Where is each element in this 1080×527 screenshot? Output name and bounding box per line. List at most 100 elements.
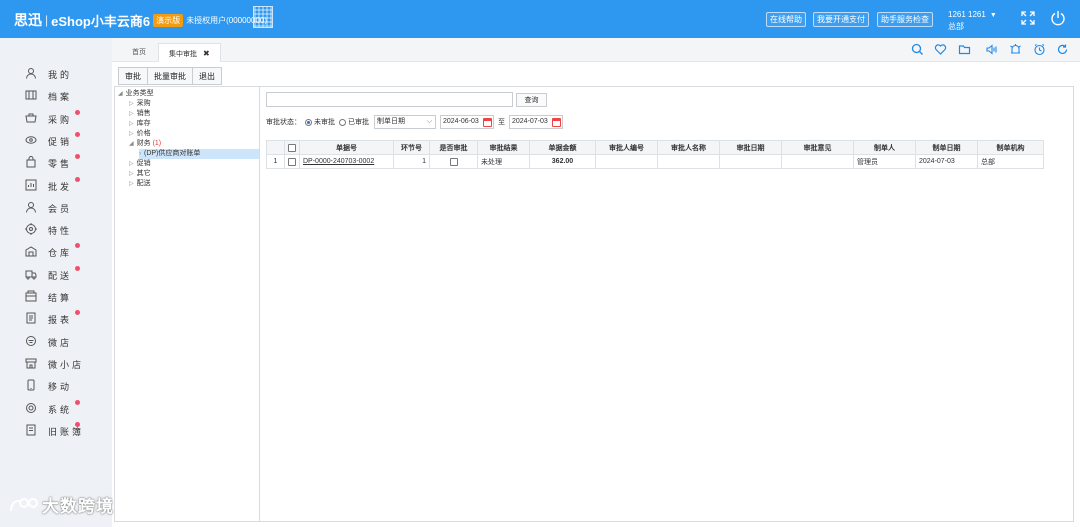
row-checkbox[interactable] (288, 157, 296, 166)
expand-icon[interactable] (1020, 10, 1036, 26)
sidebar-item-3[interactable]: 促销 (0, 130, 110, 150)
expand-arrow-icon[interactable]: ▷ (129, 161, 134, 167)
sidebar-item-15[interactable]: 系统 (0, 398, 110, 418)
tree-node-sales[interactable]: ▷ 销售 (129, 109, 151, 119)
is-approved-cell (429, 154, 478, 169)
collapse-arrow-icon[interactable]: ◢ (129, 141, 134, 147)
radio-unapproved[interactable] (305, 118, 312, 126)
tree-node-purchase[interactable]: ▷ 采购 (129, 99, 151, 109)
radio-approved[interactable] (339, 118, 346, 126)
tab-home[interactable]: 首页 (122, 43, 156, 62)
target-icon (25, 223, 37, 236)
tree-node-label: 促销 (136, 160, 151, 167)
expand-arrow-icon[interactable]: ▷ (129, 121, 134, 127)
col-create-date[interactable]: 制单日期 (915, 140, 978, 155)
tree-node-promotion[interactable]: ▷ 促销 (129, 159, 151, 169)
sidebar-item-12[interactable]: 微店 (0, 331, 110, 351)
power-icon[interactable] (1050, 10, 1066, 26)
col-doc-no[interactable]: 单据号 (299, 140, 394, 155)
close-icon[interactable]: ✖ (203, 49, 210, 58)
col-org[interactable]: 制单机构 (977, 140, 1044, 155)
expand-arrow-icon[interactable]: ▷ (129, 181, 134, 187)
sidebar-item-8[interactable]: 仓库 (0, 241, 110, 261)
clock-icon[interactable] (1033, 43, 1046, 56)
sidebar-item-0[interactable]: 我的 (0, 63, 110, 83)
sidebar-item-16[interactable]: 旧账簿 (0, 420, 110, 440)
row-number: 1 (266, 154, 285, 169)
alarm-icon[interactable] (1009, 43, 1022, 56)
opinion-cell (781, 154, 854, 169)
col-amount[interactable]: 单据金额 (529, 140, 596, 155)
exit-button[interactable]: 退出 (193, 68, 221, 84)
tree-node-finance[interactable]: ◢ 财务 (1) (129, 139, 161, 149)
batch-approve-button[interactable]: 批量审批 (148, 68, 193, 84)
notification-dot (75, 176, 80, 182)
col-approval-result[interactable]: 审批结果 (477, 140, 530, 155)
sidebar-item-10[interactable]: 结算 (0, 286, 110, 306)
sidebar-item-2[interactable]: 采购 (0, 108, 110, 128)
col-is-approved[interactable]: 是否审批 (429, 140, 478, 155)
speaker-icon[interactable] (985, 43, 998, 56)
tree-node-inventory[interactable]: ▷ 库存 (129, 119, 151, 129)
eye-icon (25, 136, 37, 144)
tree-node-other[interactable]: ▷ 其它 (129, 169, 151, 179)
tab-central-approval[interactable]: 集中审批 ✖ (158, 43, 221, 62)
expand-arrow-icon[interactable]: ▷ (129, 101, 134, 107)
qr-code-icon[interactable] (253, 6, 273, 28)
tree-node-label: (DP)供应商对账单 (144, 150, 201, 157)
search-icon[interactable] (911, 43, 924, 56)
sidebar-item-9[interactable]: 配送 (0, 264, 110, 284)
chart-icon (25, 179, 37, 190)
date-to-value: 2024-07-03 (512, 118, 548, 125)
sidebar-item-11[interactable]: 报表 (0, 308, 110, 328)
open-payment-button[interactable]: 我要开通支付 (813, 12, 869, 27)
table-row[interactable]: 1 DP-0000-240703-0002 1 未处理 362.00 管理员 2… (266, 154, 1044, 169)
calendar-icon[interactable] (483, 118, 492, 127)
col-approve-date[interactable]: 审批日期 (719, 140, 782, 155)
wallet-icon (25, 290, 37, 302)
org-cell: 总部 (977, 154, 1044, 169)
date-type-select[interactable]: 制单日期 ⌵ (374, 115, 436, 129)
collapse-arrow-icon[interactable]: ◢ (118, 91, 123, 97)
sidebar-item-label: 系统 (48, 404, 73, 415)
refresh-icon[interactable] (1056, 43, 1069, 56)
tree-node-price[interactable]: ▷ 价格 (129, 129, 151, 139)
col-step-no[interactable]: 环节号 (393, 140, 430, 155)
is-approved-checkbox[interactable] (449, 157, 458, 166)
approve-button[interactable]: 审批 (119, 68, 148, 84)
col-creator[interactable]: 制单人 (853, 140, 916, 155)
sidebar-item-label: 移动 (48, 382, 73, 393)
archive-icon (25, 90, 37, 100)
date-from-field[interactable]: 2024-06-03 (440, 115, 494, 129)
tree-node-supplier-statement[interactable]: › (DP)供应商对账单 (139, 149, 260, 159)
service-check-button[interactable]: 助手服务检查 (877, 12, 933, 27)
expand-arrow-icon[interactable]: ▷ (129, 131, 134, 137)
tree-node-distribution[interactable]: ▷ 配送 (129, 179, 151, 189)
expand-arrow-icon[interactable]: ▷ (129, 111, 134, 117)
sidebar-item-5[interactable]: 批发 (0, 175, 110, 195)
search-input[interactable] (266, 92, 513, 107)
select-all-checkbox[interactable] (288, 143, 296, 152)
online-help-button[interactable]: 在线帮助 (766, 12, 806, 27)
col-approver-no[interactable]: 审批人编号 (595, 140, 658, 155)
account-menu[interactable]: 1261 1261 ▼ 总部 (948, 9, 997, 32)
expand-arrow-icon[interactable]: ▷ (129, 171, 134, 177)
col-opinion[interactable]: 审批意见 (781, 140, 854, 155)
doc-no-link[interactable]: DP-0000-240703-0002 (303, 158, 374, 165)
sidebar: 我的 档案采购 促销 零售批发 会员 特性 仓库配送 结算 报表微店 微小店移动系统旧账簿 (0, 38, 110, 527)
query-button[interactable]: 查询 (516, 93, 547, 107)
sidebar-item-7[interactable]: 特性 (0, 219, 110, 239)
truck-icon (25, 270, 37, 280)
sidebar-item-6[interactable]: 会员 (0, 197, 110, 217)
tree-root[interactable]: ◢ 业务类型 (118, 89, 154, 99)
col-approver-name[interactable]: 审批人名称 (657, 140, 720, 155)
sidebar-item-14[interactable]: 移动 (0, 375, 110, 395)
date-to-field[interactable]: 2024-07-03 (509, 115, 563, 129)
sidebar-item-1[interactable]: 档案 (0, 85, 110, 105)
heart-icon[interactable] (934, 43, 947, 56)
folder-icon[interactable] (958, 43, 971, 56)
create-date-cell: 2024-07-03 (915, 154, 978, 169)
sidebar-item-13[interactable]: 微小店 (0, 353, 110, 373)
sidebar-item-4[interactable]: 零售 (0, 152, 110, 172)
calendar-icon[interactable] (552, 118, 561, 127)
